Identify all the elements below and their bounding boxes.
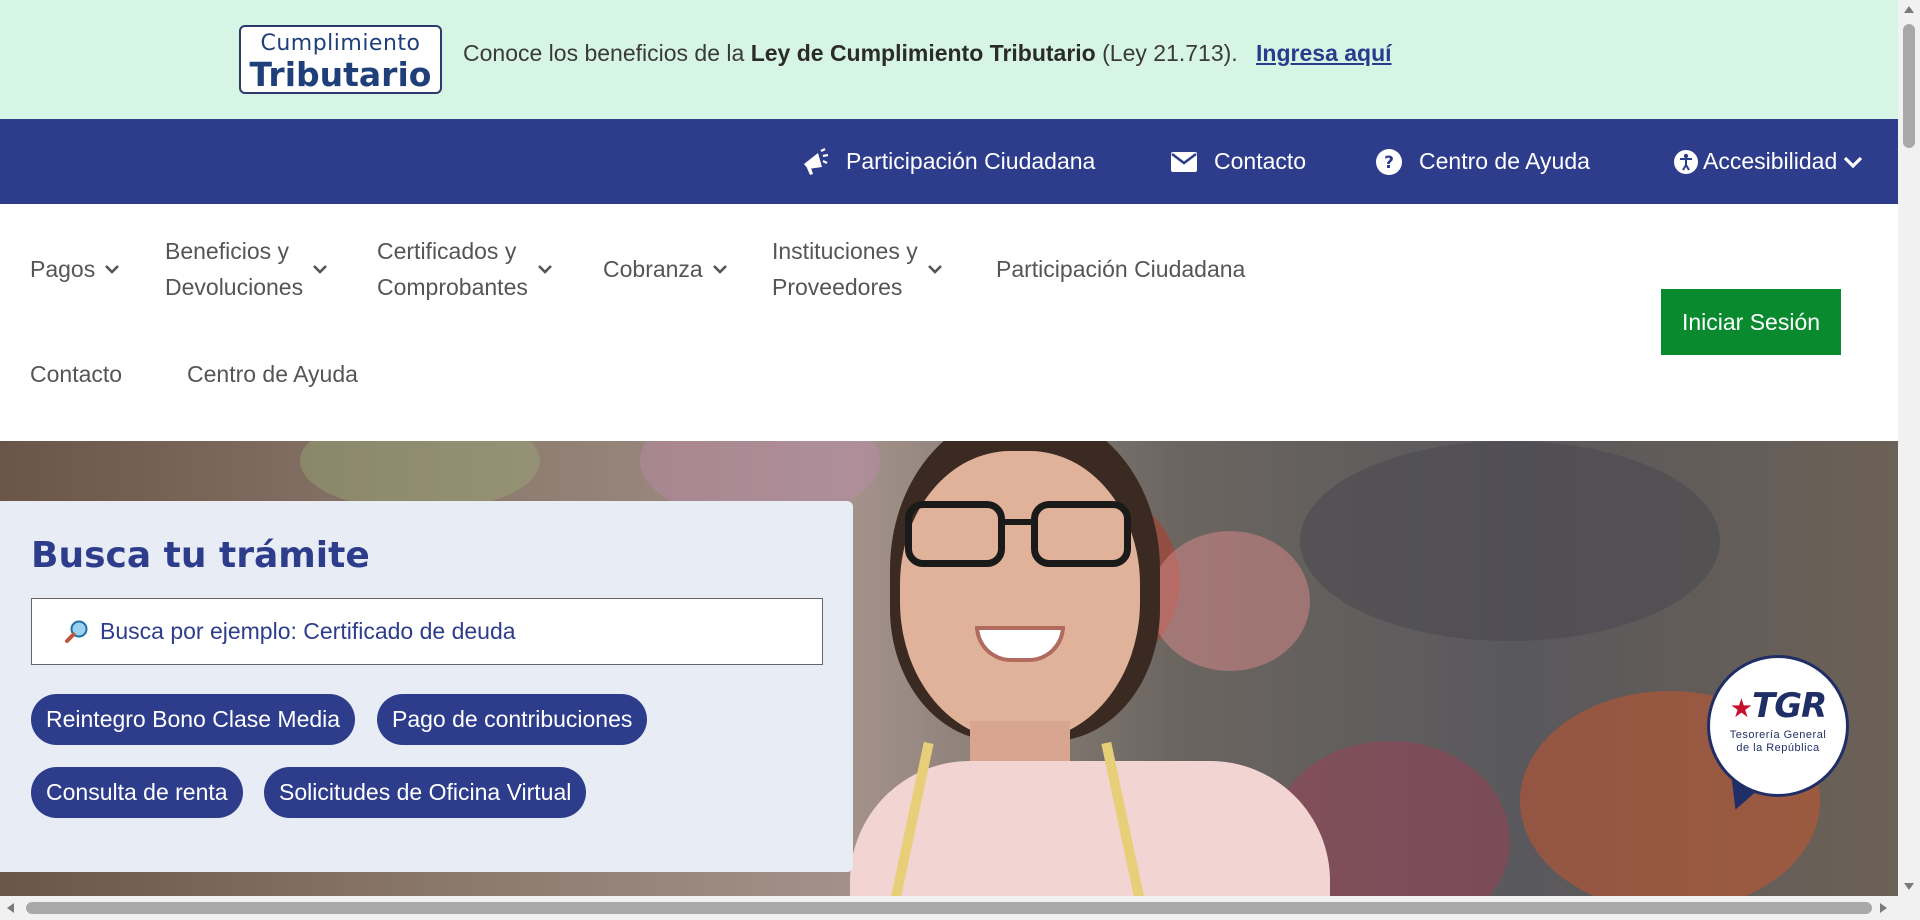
nav-certificados-label: Certificados y Comprobantes bbox=[377, 233, 528, 305]
vertical-scroll-thumb[interactable] bbox=[1903, 24, 1915, 148]
search-icon bbox=[65, 620, 88, 643]
nav-beneficios-line2: Devoluciones bbox=[165, 274, 304, 300]
tgr-badge-subtitle-2: de la República bbox=[1736, 742, 1820, 754]
scroll-left-arrow-icon[interactable] bbox=[7, 903, 14, 913]
envelope-icon bbox=[1171, 151, 1197, 172]
chevron-down-icon bbox=[1844, 156, 1863, 168]
quick-link-consulta-renta[interactable]: Consulta de renta bbox=[31, 767, 243, 818]
utility-participacion-label: Participación Ciudadana bbox=[846, 148, 1096, 174]
nav-instituciones-line1: Instituciones y bbox=[772, 238, 918, 264]
quick-link-bono-clase-media[interactable]: Reintegro Bono Clase Media bbox=[31, 694, 356, 745]
banner-link[interactable]: Ingresa aquí bbox=[1256, 40, 1391, 66]
nav-pagos-label: Pagos bbox=[30, 256, 96, 282]
nav-instituciones-label: Instituciones y Proveedores bbox=[772, 233, 918, 305]
utility-contacto-label: Contacto bbox=[1214, 148, 1307, 174]
glasses-icon bbox=[905, 501, 1135, 571]
tgr-badge-title: TGR bbox=[1752, 686, 1827, 726]
question-circle-icon: ? bbox=[1376, 148, 1402, 175]
scroll-right-arrow-icon[interactable] bbox=[1880, 903, 1887, 913]
chevron-down-icon bbox=[927, 265, 942, 274]
utility-ayuda-link[interactable]: ? Centro de Ayuda bbox=[1375, 119, 1590, 204]
nav-certificados-line1: Certificados y bbox=[377, 238, 517, 264]
utility-participacion-link[interactable]: Participación Ciudadana bbox=[800, 119, 1095, 204]
megaphone-icon bbox=[804, 147, 829, 175]
utility-contacto-link[interactable]: Contacto bbox=[1170, 119, 1306, 204]
star-icon: ★ bbox=[1729, 694, 1753, 724]
logo-line-2: Tributario bbox=[249, 55, 432, 94]
chevron-down-icon bbox=[712, 265, 727, 274]
accessibility-icon bbox=[1674, 149, 1698, 174]
hero-section: Busca tu trámite Busca por ejemplo: Cert… bbox=[0, 441, 1898, 896]
banner-message: Conoce los beneficios de la Ley de Cumpl… bbox=[463, 40, 1392, 67]
search-input[interactable]: Busca por ejemplo: Certificado de deuda bbox=[31, 598, 823, 665]
search-card: Busca tu trámite Busca por ejemplo: Cert… bbox=[0, 501, 853, 872]
chevron-down-icon bbox=[313, 265, 328, 274]
nav-contacto[interactable]: Contacto bbox=[30, 356, 122, 392]
logo-line-1: Cumplimiento bbox=[260, 31, 421, 56]
utility-ayuda-label: Centro de Ayuda bbox=[1419, 148, 1590, 174]
accessibility-label: Accesibilidad bbox=[1703, 148, 1838, 174]
scroll-up-arrow-icon[interactable] bbox=[1904, 6, 1914, 13]
announcement-banner: Cumplimiento Tributario Conoce los benef… bbox=[0, 0, 1898, 119]
nav-contacto-label: Contacto bbox=[30, 361, 123, 387]
nav-certificados-line2: Comprobantes bbox=[377, 274, 528, 300]
nav-beneficios[interactable]: Beneficios y Devoluciones bbox=[165, 233, 328, 305]
nav-cobranza-label: Cobranza bbox=[603, 256, 703, 282]
quick-link-pago-contribuciones[interactable]: Pago de contribuciones bbox=[377, 694, 648, 745]
accessibility-menu[interactable]: Accesibilidad bbox=[1673, 119, 1879, 204]
tgr-badge-subtitle-1: Tesorería General bbox=[1729, 729, 1827, 741]
nav-centro-ayuda[interactable]: Centro de Ayuda bbox=[187, 356, 358, 392]
nav-beneficios-label: Beneficios y Devoluciones bbox=[165, 233, 303, 305]
chevron-down-icon bbox=[105, 265, 120, 274]
cumplimiento-tributario-logo[interactable]: Cumplimiento Tributario bbox=[239, 25, 442, 94]
banner-text-prefix: Conoce los beneficios de la bbox=[463, 40, 751, 66]
banner-text-bold: Ley de Cumplimiento Tributario bbox=[750, 40, 1096, 66]
nav-certificados[interactable]: Certificados y Comprobantes bbox=[377, 233, 552, 305]
nav-pagos[interactable]: Pagos bbox=[30, 251, 120, 287]
utility-bar: Participación Ciudadana Contacto ? Centr… bbox=[0, 119, 1898, 204]
search-title: Busca tu trámite bbox=[31, 535, 370, 576]
tgr-logo-text: ★TGR bbox=[1710, 686, 1846, 726]
tgr-chat-badge[interactable]: ★TGR Tesorería General de la República bbox=[1707, 655, 1849, 797]
nav-beneficios-line1: Beneficios y bbox=[165, 238, 290, 264]
search-placeholder: Busca por ejemplo: Certificado de deuda bbox=[100, 618, 516, 644]
login-button[interactable]: Iniciar Sesión bbox=[1661, 289, 1841, 355]
scroll-down-arrow-icon[interactable] bbox=[1904, 883, 1914, 890]
vertical-scrollbar[interactable] bbox=[1898, 0, 1920, 896]
nav-participacion-label: Participación Ciudadana bbox=[996, 256, 1246, 282]
horizontal-scroll-thumb[interactable] bbox=[26, 902, 1872, 914]
quick-link-oficina-virtual[interactable]: Solicitudes de Oficina Virtual bbox=[264, 767, 587, 818]
nav-participacion[interactable]: Participación Ciudadana bbox=[996, 251, 1245, 287]
person-face bbox=[900, 451, 1140, 741]
horizontal-scrollbar[interactable] bbox=[0, 896, 1920, 920]
nav-cobranza[interactable]: Cobranza bbox=[603, 251, 727, 287]
nav-centro-ayuda-label: Centro de Ayuda bbox=[187, 361, 358, 387]
svg-text:?: ? bbox=[1384, 153, 1394, 173]
nav-instituciones[interactable]: Instituciones y Proveedores bbox=[772, 233, 942, 305]
nav-instituciones-line2: Proveedores bbox=[772, 274, 903, 300]
chevron-down-icon bbox=[537, 265, 552, 274]
banner-text-suffix: (Ley 21.713). bbox=[1095, 40, 1238, 66]
